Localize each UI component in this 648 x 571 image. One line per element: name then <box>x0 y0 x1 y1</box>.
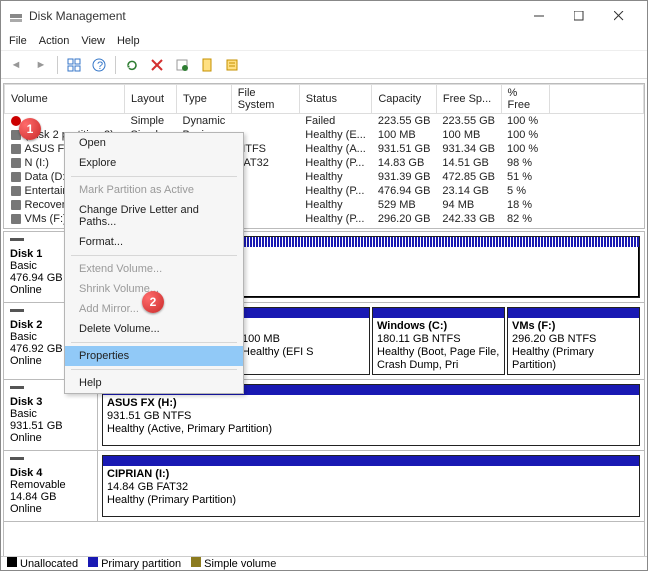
refresh-icon[interactable] <box>121 54 143 76</box>
maximize-button[interactable] <box>559 2 599 30</box>
minimize-button[interactable] <box>519 2 559 30</box>
cm-open[interactable]: Open <box>65 133 243 153</box>
legend-primary: Primary partition <box>101 558 181 570</box>
partition[interactable]: CIPRIAN (I:)14.84 GB FAT32Healthy (Prima… <box>102 455 640 517</box>
cm-properties[interactable]: Properties <box>65 346 243 366</box>
forward-button[interactable]: ► <box>30 54 52 76</box>
menubar: File Action View Help <box>1 31 647 51</box>
window-title: Disk Management <box>29 9 519 23</box>
menu-action[interactable]: Action <box>39 35 70 47</box>
table-row[interactable]: SimpleDynamicFailed223.55 GB223.55 GB100… <box>5 114 644 129</box>
cm-format[interactable]: Format... <box>65 232 243 252</box>
col-layout[interactable]: Layout <box>125 85 177 114</box>
col-type[interactable]: Type <box>177 85 232 114</box>
list-icon[interactable] <box>221 54 243 76</box>
toolbar: ◄ ► ? <box>1 51 647 79</box>
menu-view[interactable]: View <box>81 35 105 47</box>
properties-icon[interactable] <box>171 54 193 76</box>
disk-row: Disk 4Removable14.84 GBOnlineCIPRIAN (I:… <box>4 451 644 522</box>
callout-2: 2 <box>142 291 164 313</box>
close-button[interactable] <box>599 2 639 30</box>
app-icon <box>9 9 23 23</box>
legend-unallocated: Unallocated <box>20 558 78 570</box>
cm-explore[interactable]: Explore <box>65 153 243 173</box>
col-volume[interactable]: Volume <box>5 85 125 114</box>
col-status[interactable]: Status <box>299 85 372 114</box>
col-fs[interactable]: File System <box>231 85 299 114</box>
legend: Unallocated Primary partition Simple vol… <box>1 556 647 570</box>
help-icon[interactable]: ? <box>88 54 110 76</box>
cm-mark[interactable]: Mark Partition as Active <box>65 180 243 200</box>
legend-simple: Simple volume <box>204 558 276 570</box>
cm-delete[interactable]: Delete Volume... <box>65 319 243 339</box>
grid-view-icon[interactable] <box>63 54 85 76</box>
menu-file[interactable]: File <box>9 35 27 47</box>
svg-text:?: ? <box>97 60 103 72</box>
cm-extend[interactable]: Extend Volume... <box>65 259 243 279</box>
partition[interactable]: 100 MBHealthy (EFI S <box>237 307 370 375</box>
page-icon[interactable] <box>196 54 218 76</box>
cm-change[interactable]: Change Drive Letter and Paths... <box>65 200 243 232</box>
delete-icon[interactable] <box>146 54 168 76</box>
context-menu: Open Explore Mark Partition as Active Ch… <box>64 132 244 394</box>
menu-help[interactable]: Help <box>117 35 140 47</box>
titlebar: Disk Management <box>1 1 647 31</box>
col-pct[interactable]: % Free <box>501 85 549 114</box>
col-free[interactable]: Free Sp... <box>436 85 501 114</box>
partition[interactable]: Windows (C:)180.11 GB NTFSHealthy (Boot,… <box>372 307 505 375</box>
back-button[interactable]: ◄ <box>5 54 27 76</box>
partition[interactable]: VMs (F:)296.20 GB NTFSHealthy (Primary P… <box>507 307 640 375</box>
col-capacity[interactable]: Capacity <box>372 85 437 114</box>
callout-1: 1 <box>19 118 41 140</box>
cm-help[interactable]: Help <box>65 373 243 393</box>
